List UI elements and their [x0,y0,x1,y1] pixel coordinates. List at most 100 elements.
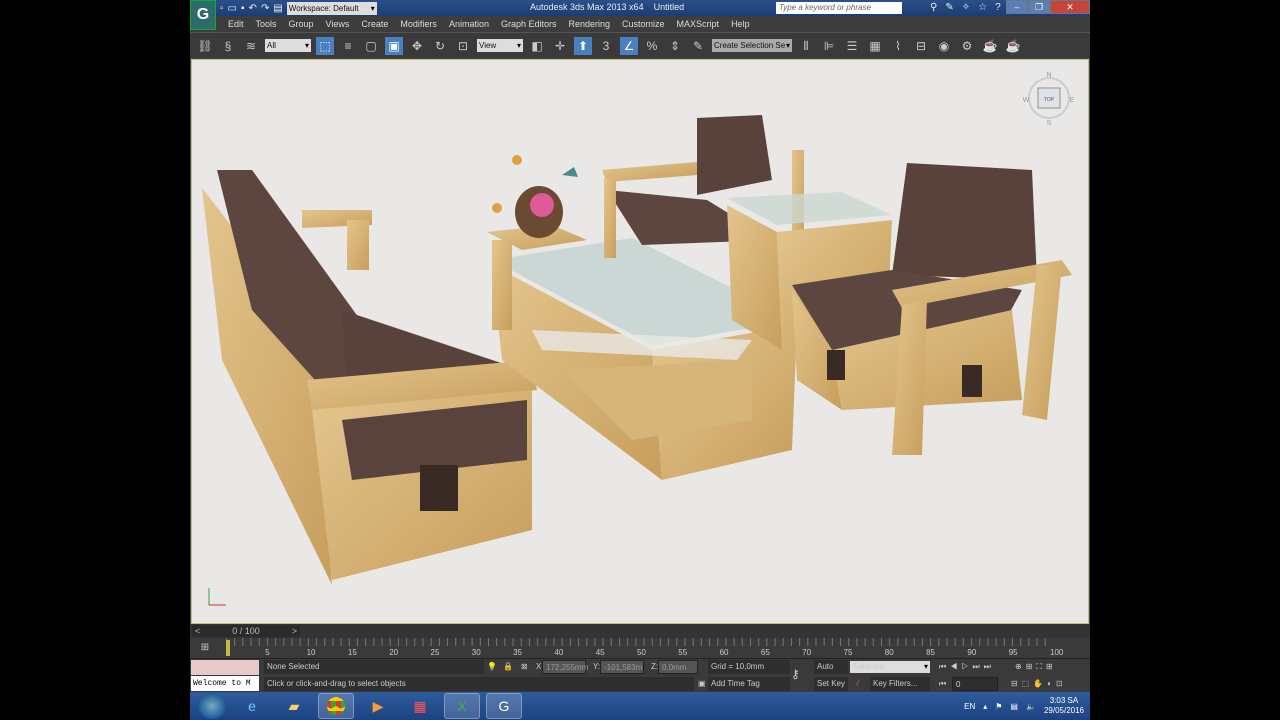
maximize-button[interactable]: ❐ [1028,0,1050,14]
help-icon[interactable]: ? [995,2,1001,13]
favorites-icon[interactable]: ☆ [978,2,987,13]
volume-icon[interactable]: 🔈 [1026,702,1036,711]
default-in-out-tangents-icon[interactable]: √ [852,677,859,691]
rotate-icon[interactable]: ↻ [431,37,449,55]
office-tool-icon[interactable]: ▦ [402,693,438,719]
align-icon[interactable]: ⊫ [820,37,838,55]
schematic-view-icon[interactable]: ⊟ [912,37,930,55]
selection-lock-icon[interactable]: 🔒 [500,660,513,674]
network-icon[interactable]: ▤ [1010,702,1018,711]
menu-graph-editors[interactable]: Graph Editors [501,16,565,32]
open-file-icon[interactable]: ▭ [228,3,237,14]
set-key-mode-key-icon[interactable]: ⚷ [788,667,800,681]
time-slider[interactable]: < 0 / 100 > [190,624,1090,638]
absolute-mode-icon[interactable]: ⊠ [518,660,528,674]
perspective-viewport[interactable]: TOP N S E W [191,59,1089,624]
language-indicator[interactable]: EN [964,702,975,711]
show-hidden-icons[interactable]: ▴ [983,702,987,711]
menu-help[interactable]: Help [731,16,758,32]
next-frame-button[interactable]: > [292,625,297,637]
mini-curve-editor-icon[interactable]: ⊞ [196,639,214,657]
prev-frame-button[interactable]: < [195,625,200,637]
binoculars-icon[interactable]: ⚲ [930,2,937,13]
set-key-button[interactable]: Set Key [814,677,848,691]
communication-icon[interactable]: ✧ [962,2,970,13]
project-folder-icon[interactable]: ▤ [273,3,282,14]
menu-rendering[interactable]: Rendering [569,16,619,32]
3ds-max-taskbar-icon[interactable]: G [486,693,522,719]
action-center-icon[interactable]: ⚑ [995,702,1002,711]
save-icon[interactable]: ▪ [241,3,245,14]
app-logo-button[interactable]: G [190,0,216,30]
menu-customize[interactable]: Customize [622,16,673,32]
unlink-icon[interactable]: § [219,37,237,55]
maxscript-mini-listener-top[interactable] [191,660,259,675]
new-file-icon[interactable]: ▫ [220,3,224,14]
percent-snap-icon[interactable]: % [643,37,661,55]
render-production-icon[interactable]: ☕ [1004,37,1022,55]
subscription-icon[interactable]: ✎ [945,2,953,13]
mirror-icon[interactable]: ⫴ [797,37,815,55]
material-editor-icon[interactable]: ◉ [935,37,953,55]
auto-key-button[interactable]: Auto Key [814,660,848,685]
workspace-dropdown[interactable]: Workspace: Default [286,2,377,15]
y-coordinate-input[interactable]: -101,583m [600,660,644,674]
graphite-ribbon-icon[interactable]: ▦ [866,37,884,55]
key-mode-toggle-icon[interactable]: ⏮ [936,677,946,691]
named-selection-dropdown[interactable]: Create Selection Se [712,39,792,52]
time-configuration-and-pan-controls[interactable]: ⊟⬚✋◐⊡ [1008,677,1067,691]
edit-named-selection-icon[interactable]: ✎ [689,37,707,55]
start-button[interactable] [198,693,226,719]
select-object-icon[interactable]: ⬚ [316,36,334,55]
menu-maxscript[interactable]: MAXScript [677,16,728,32]
scale-icon[interactable]: ⊡ [454,37,472,55]
keyboard-shortcut-override-icon[interactable]: ⬆ [574,36,592,55]
z-coordinate-input[interactable]: 0,0mm [658,660,698,674]
rectangular-selection-icon[interactable]: ▢ [362,37,380,55]
menu-group[interactable]: Group [289,16,322,32]
link-icon[interactable]: ⛓ [196,37,214,55]
viewcube[interactable]: TOP N S E W [1023,72,1075,127]
menu-create[interactable]: Create [361,16,396,32]
time-slider-handle[interactable]: < 0 / 100 > [192,625,300,637]
media-player-icon[interactable]: ▶ [360,693,396,719]
undo-icon[interactable]: ↶ [249,3,257,14]
maxscript-mini-listener[interactable]: Welcome to M [191,676,259,691]
clock[interactable]: 3:03 SA 29/05/2016 [1044,696,1084,716]
angle-snap-icon[interactable]: ∠ [620,36,638,55]
excel-icon[interactable]: X [444,693,480,719]
selection-filter-dropdown[interactable]: All [265,39,311,52]
spinner-snap-icon[interactable]: ⇕ [666,37,684,55]
isolate-selection-icon[interactable]: 💡 [484,660,497,674]
search-input[interactable]: Type a keyword or phrase [776,2,902,14]
track-bar[interactable]: ⊞ 5 10 15 20 25 30 35 40 45 50 55 60 65 70 75 80 85 90 95 1… [190,638,1090,658]
internet-explorer-icon[interactable]: e [234,693,270,719]
window-crossing-icon[interactable]: ▣ [385,36,403,55]
menu-tools[interactable]: Tools [256,16,285,32]
key-filters-button[interactable]: Key Filters... [870,677,930,691]
pivot-center-icon[interactable]: ◧ [528,37,546,55]
move-icon[interactable]: ✥ [408,37,426,55]
snaps-toggle-icon[interactable]: 3 [597,37,615,55]
rendered-frame-window-icon[interactable]: ☕ [981,37,999,55]
redo-icon[interactable]: ↷ [261,3,269,14]
chrome-icon[interactable] [318,693,354,719]
x-coordinate-input[interactable]: 172,255mm [542,660,588,674]
layer-manager-icon[interactable]: ☰ [843,37,861,55]
add-time-tag-button[interactable]: Add Time Tag [708,677,790,691]
current-frame-input[interactable]: 0 [952,677,998,691]
curve-editor-icon[interactable]: ⌇ [889,37,907,55]
reference-coord-dropdown[interactable]: View [477,39,523,52]
menu-views[interactable]: Views [326,16,358,32]
viewport-navigation-controls[interactable]: ⊕⊞⛶⊞ [1012,660,1057,674]
select-by-name-icon[interactable]: ≡ [339,37,357,55]
menu-modifiers[interactable]: Modifiers [400,16,445,32]
menu-animation[interactable]: Animation [449,16,497,32]
key-mode-dropdown[interactable]: Selected [850,661,930,673]
bind-space-warp-icon[interactable]: ≋ [242,37,260,55]
manipulate-icon[interactable]: ✛ [551,37,569,55]
current-time-marker[interactable] [226,640,230,656]
menu-edit[interactable]: Edit [228,16,252,32]
add-time-tag-icon[interactable]: ▣ [695,677,706,691]
file-explorer-icon[interactable]: ▰ [276,693,312,719]
